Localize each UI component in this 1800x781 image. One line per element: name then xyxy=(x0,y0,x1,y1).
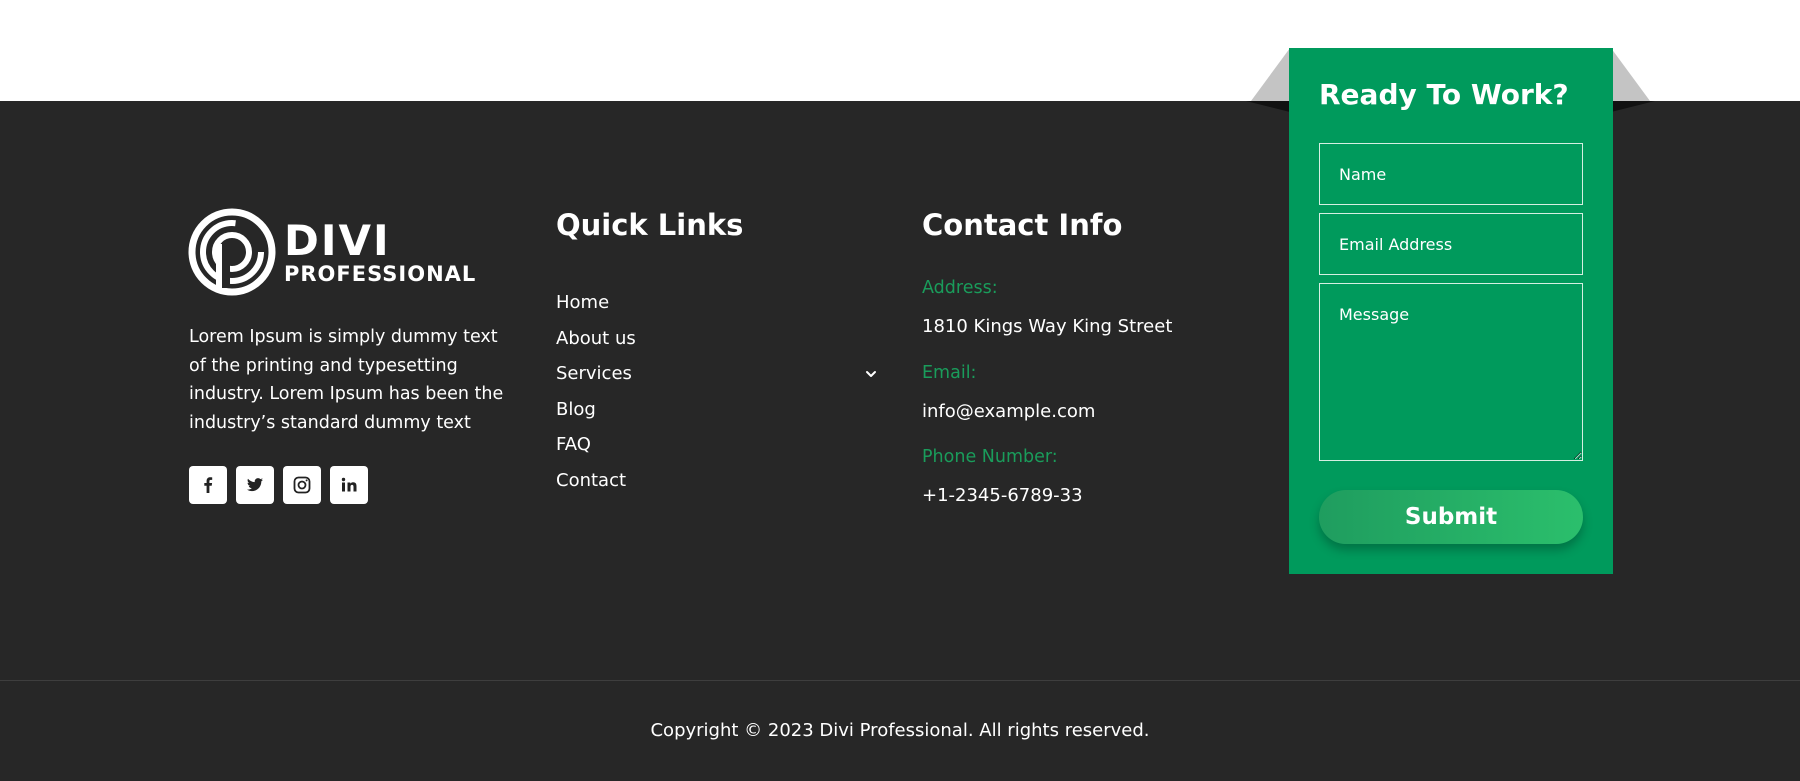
about-text: Lorem Ipsum is simply dummy text of the … xyxy=(189,327,504,433)
quick-links-heading: Quick Links xyxy=(556,208,744,242)
quick-link-services[interactable]: Services xyxy=(556,359,878,395)
quick-link-label: Services xyxy=(556,363,632,385)
linkedin-icon xyxy=(341,477,357,492)
linkedin-link[interactable] xyxy=(330,466,368,504)
facebook-link[interactable] xyxy=(189,466,227,504)
quick-link-label: Contact xyxy=(556,469,627,491)
instagram-icon xyxy=(293,476,311,494)
twitter-icon xyxy=(247,478,263,492)
contact-info-heading: Contact Info xyxy=(922,208,1123,242)
contact-form: Ready To Work? Submit xyxy=(1289,48,1613,574)
address-label: Address: xyxy=(922,278,998,298)
quick-links-list: Home About us Services Blog FAQ Contact xyxy=(556,288,878,502)
submit-button[interactable]: Submit xyxy=(1319,490,1583,544)
social-links xyxy=(189,466,368,504)
email-label: Email: xyxy=(922,363,977,383)
divi-logo-icon xyxy=(188,208,276,296)
phone-label: Phone Number: xyxy=(922,447,1058,467)
logo-line-1: DIVI xyxy=(284,215,391,265)
brand-logo-text: DIVI PROFESSIONAL xyxy=(284,215,477,286)
quick-link-label: Blog xyxy=(556,398,596,420)
quick-link-label: FAQ xyxy=(556,434,591,456)
ribbon-fold-left xyxy=(1246,48,1290,112)
quick-link-about[interactable]: About us xyxy=(556,324,878,360)
copyright-text: Copyright © 2023 Divi Professional. All … xyxy=(650,720,1150,741)
quick-link-blog[interactable]: Blog xyxy=(556,395,878,431)
ribbon-fold-right xyxy=(1611,48,1655,112)
quick-link-label: About us xyxy=(556,327,636,349)
name-input[interactable] xyxy=(1319,143,1583,205)
facebook-icon xyxy=(204,477,213,493)
logo-line-2: PROFESSIONAL xyxy=(284,261,477,286)
chevron-down-icon[interactable] xyxy=(864,367,878,381)
address-value: 1810 Kings Way King Street xyxy=(922,316,1173,337)
phone-value[interactable]: +1-2345-6789-33 xyxy=(922,485,1083,506)
footer-divider xyxy=(0,680,1800,681)
message-textarea[interactable] xyxy=(1319,283,1583,461)
quick-link-contact[interactable]: Contact xyxy=(556,466,878,502)
form-title: Ready To Work? xyxy=(1319,78,1569,111)
instagram-link[interactable] xyxy=(283,466,321,504)
twitter-link[interactable] xyxy=(236,466,274,504)
quick-link-home[interactable]: Home xyxy=(556,288,878,324)
quick-link-label: Home xyxy=(556,292,610,313)
email-input[interactable] xyxy=(1319,213,1583,275)
brand-logo[interactable]: DIVI PROFESSIONAL xyxy=(188,208,476,296)
email-value[interactable]: info@example.com xyxy=(922,401,1095,422)
quick-link-faq[interactable]: FAQ xyxy=(556,430,878,466)
